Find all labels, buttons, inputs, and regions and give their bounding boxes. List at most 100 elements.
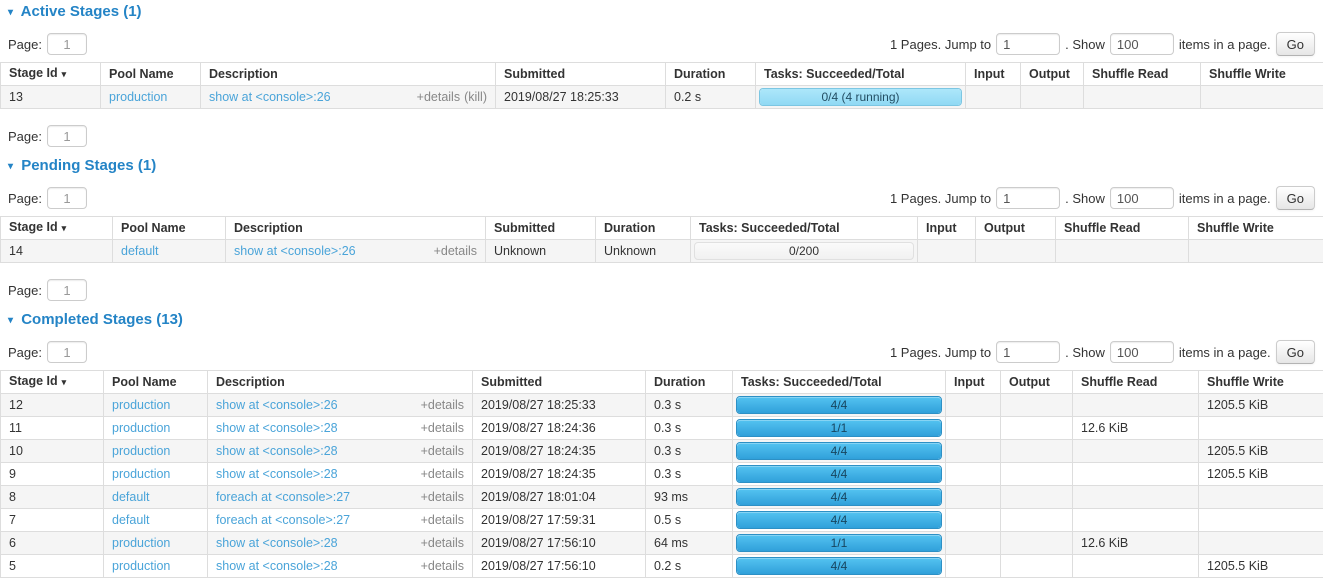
- column-header-shuffle-read[interactable]: Shuffle Read: [1073, 371, 1199, 394]
- stage-description-link[interactable]: show at <console>:28: [216, 445, 338, 458]
- column-label: Output: [1009, 375, 1050, 389]
- column-header-input[interactable]: Input: [946, 371, 1001, 394]
- pool-name-link[interactable]: default: [112, 490, 150, 504]
- page-number-input[interactable]: [47, 187, 87, 209]
- stage-description-link[interactable]: show at <console>:26: [216, 399, 338, 412]
- section-title[interactable]: ▾ Pending Stages (1): [0, 154, 1323, 175]
- page-number-input[interactable]: [47, 33, 87, 55]
- column-header-description[interactable]: Description: [226, 217, 486, 240]
- column-header-shuffle-write[interactable]: Shuffle Write: [1201, 63, 1323, 86]
- stage-description-link[interactable]: foreach at <console>:27: [216, 514, 350, 527]
- details-toggle[interactable]: +details: [421, 559, 464, 573]
- pool-name-link[interactable]: default: [112, 513, 150, 527]
- column-header-input[interactable]: Input: [966, 63, 1021, 86]
- shuffle-read-cell: [1073, 463, 1199, 486]
- tasks-progress-bar: 1/1: [736, 419, 942, 437]
- pool-name-link[interactable]: default: [121, 244, 159, 258]
- pool-name-link[interactable]: production: [109, 90, 167, 104]
- column-header-stage-id[interactable]: Stage Id▾: [1, 371, 104, 394]
- duration-cell: 0.3 s: [646, 417, 733, 440]
- column-header-input[interactable]: Input: [918, 217, 976, 240]
- column-header-stage-id[interactable]: Stage Id▾: [1, 63, 101, 86]
- kill-link[interactable]: (kill): [464, 90, 487, 104]
- pool-name-link[interactable]: production: [112, 444, 170, 458]
- column-header-description[interactable]: Description: [201, 63, 496, 86]
- column-header-duration[interactable]: Duration: [596, 217, 691, 240]
- stage-description-link[interactable]: show at <console>:28: [216, 537, 338, 550]
- go-button[interactable]: Go: [1276, 32, 1315, 56]
- column-header-pool-name[interactable]: Pool Name: [101, 63, 201, 86]
- details-toggle[interactable]: +details: [421, 490, 464, 504]
- stages-page: ▾ Active Stages (1) Page: 1 Pages. Jump …: [0, 0, 1323, 578]
- column-header-pool-name[interactable]: Pool Name: [104, 371, 208, 394]
- page-label: Page:: [8, 129, 42, 144]
- stage-id-cell: 8: [1, 486, 104, 509]
- pool-name-link[interactable]: production: [112, 398, 170, 412]
- input-cell: [946, 440, 1001, 463]
- description-actions: +details: [421, 399, 464, 412]
- column-header-submitted[interactable]: Submitted: [486, 217, 596, 240]
- table-row: 7defaultforeach at <console>:27+details2…: [1, 509, 1323, 532]
- jump-to-input[interactable]: [996, 187, 1060, 209]
- input-cell: [946, 532, 1001, 555]
- details-toggle[interactable]: +details: [421, 398, 464, 412]
- pool-name-cell: production: [104, 555, 208, 578]
- stage-description-link[interactable]: show at <console>:28: [216, 468, 338, 481]
- column-header-output[interactable]: Output: [1021, 63, 1084, 86]
- column-header-shuffle-read[interactable]: Shuffle Read: [1056, 217, 1189, 240]
- column-header-tasks[interactable]: Tasks: Succeeded/Total: [733, 371, 946, 394]
- jump-to-input[interactable]: [996, 33, 1060, 55]
- column-header-submitted[interactable]: Submitted: [496, 63, 666, 86]
- description-cell: show at <console>:28 +details: [208, 555, 473, 578]
- go-button[interactable]: Go: [1276, 340, 1315, 364]
- pool-name-link[interactable]: production: [112, 559, 170, 573]
- submitted-cell: 2019/08/27 18:24:35: [473, 440, 646, 463]
- submitted-cell: 2019/08/27 17:59:31: [473, 509, 646, 532]
- stage-description-link[interactable]: show at <console>:26: [209, 91, 331, 104]
- pool-name-link[interactable]: production: [112, 536, 170, 550]
- column-label: Shuffle Write: [1209, 67, 1286, 81]
- description-content: show at <console>:26 +details (kill): [209, 91, 487, 104]
- details-toggle[interactable]: +details: [434, 244, 477, 258]
- details-toggle[interactable]: +details: [417, 90, 460, 104]
- column-header-shuffle-read[interactable]: Shuffle Read: [1084, 63, 1201, 86]
- column-header-pool-name[interactable]: Pool Name: [113, 217, 226, 240]
- column-header-stage-id[interactable]: Stage Id▾: [1, 217, 113, 240]
- details-toggle[interactable]: +details: [421, 444, 464, 458]
- stage-description-link[interactable]: show at <console>:28: [216, 422, 338, 435]
- column-header-submitted[interactable]: Submitted: [473, 371, 646, 394]
- column-header-tasks[interactable]: Tasks: Succeeded/Total: [756, 63, 966, 86]
- show-count-input[interactable]: [1110, 187, 1174, 209]
- pager-row-bottom: Page:: [0, 123, 1323, 149]
- progress-label: 4/4: [737, 397, 941, 413]
- column-label: Submitted: [504, 67, 565, 81]
- stage-description-link[interactable]: show at <console>:28: [216, 560, 338, 573]
- table-row: 9productionshow at <console>:28+details2…: [1, 463, 1323, 486]
- jump-to-input[interactable]: [996, 341, 1060, 363]
- details-toggle[interactable]: +details: [421, 421, 464, 435]
- column-header-output[interactable]: Output: [1001, 371, 1073, 394]
- column-header-duration[interactable]: Duration: [646, 371, 733, 394]
- column-header-tasks[interactable]: Tasks: Succeeded/Total: [691, 217, 918, 240]
- column-header-description[interactable]: Description: [208, 371, 473, 394]
- column-header-shuffle-write[interactable]: Shuffle Write: [1199, 371, 1323, 394]
- pool-name-link[interactable]: production: [112, 421, 170, 435]
- stage-description-link[interactable]: show at <console>:26: [234, 245, 356, 258]
- page-number-input[interactable]: [47, 279, 87, 301]
- page-number-input[interactable]: [47, 341, 87, 363]
- details-toggle[interactable]: +details: [421, 513, 464, 527]
- section-title[interactable]: ▾ Active Stages (1): [0, 0, 1323, 21]
- column-header-shuffle-write[interactable]: Shuffle Write: [1189, 217, 1323, 240]
- page-number-input[interactable]: [47, 125, 87, 147]
- section-title[interactable]: ▾ Completed Stages (13): [0, 308, 1323, 329]
- show-count-input[interactable]: [1110, 33, 1174, 55]
- column-label: Pool Name: [112, 375, 177, 389]
- details-toggle[interactable]: +details: [421, 467, 464, 481]
- column-header-duration[interactable]: Duration: [666, 63, 756, 86]
- go-button[interactable]: Go: [1276, 186, 1315, 210]
- show-count-input[interactable]: [1110, 341, 1174, 363]
- details-toggle[interactable]: +details: [421, 536, 464, 550]
- stage-description-link[interactable]: foreach at <console>:27: [216, 491, 350, 504]
- column-header-output[interactable]: Output: [976, 217, 1056, 240]
- pool-name-link[interactable]: production: [112, 467, 170, 481]
